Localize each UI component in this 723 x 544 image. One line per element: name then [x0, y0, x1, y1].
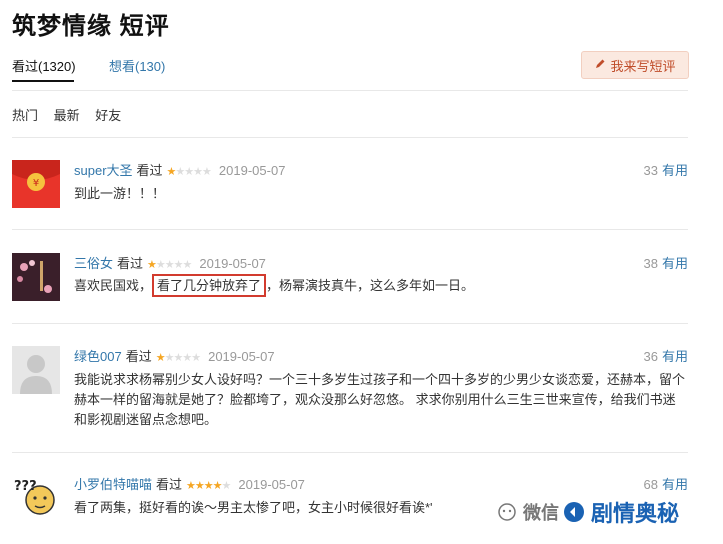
pencil-icon	[594, 58, 606, 73]
username[interactable]: 绿色007	[74, 349, 122, 364]
useful-button[interactable]: 有用	[662, 477, 688, 492]
vote-count: 38	[643, 256, 658, 271]
star-empty-icon: ★	[221, 480, 232, 492]
star-empty-icon: ★	[193, 166, 203, 178]
watch-status: 看过	[136, 163, 163, 178]
comment-date: 2019-05-07	[238, 477, 305, 492]
wechat-icon	[498, 503, 516, 521]
comment-date: 2019-05-07	[199, 256, 266, 271]
comment-date: 2019-05-07	[218, 163, 286, 178]
star-filled-icon: ★	[212, 480, 223, 492]
useful-button[interactable]: 有用	[662, 163, 688, 178]
svg-text:???: ???	[14, 479, 37, 494]
comment-text: 到此一游！！！	[74, 186, 166, 201]
star-empty-icon: ★	[155, 259, 166, 271]
star-empty-icon: ★	[182, 352, 192, 364]
filter-latest[interactable]: 最新	[54, 108, 80, 123]
svg-text:¥: ¥	[33, 178, 39, 189]
tab-watched[interactable]: 看过(1320)	[12, 56, 76, 75]
active-tab-indicator	[12, 80, 74, 82]
star-empty-icon: ★	[164, 259, 175, 271]
star-empty-icon: ★	[184, 166, 194, 178]
comment-text: 喜欢民国戏， 看了几分钟放弃了 ，杨幂演技真牛，这么多年如一日。	[74, 274, 688, 297]
useful-button[interactable]: 有用	[662, 349, 688, 364]
vote-count: 33	[643, 163, 658, 178]
username[interactable]: 小罗伯特喵喵	[74, 477, 152, 492]
divider	[12, 323, 688, 324]
filter-friends[interactable]: 好友	[95, 108, 121, 123]
star-filled-icon: ★	[186, 480, 196, 492]
star-filled-icon: ★	[147, 259, 157, 271]
star-empty-icon: ★	[173, 352, 183, 364]
star-filled-icon: ★	[194, 480, 205, 492]
divider	[12, 229, 688, 230]
rating-stars: ★★★★★	[186, 480, 232, 492]
page-title: 筑梦情缘 短评	[12, 13, 170, 40]
write-review-label: 我来写短评	[610, 58, 676, 74]
watch-status: 看过	[125, 349, 152, 364]
comment-text: 我能说求求杨幂别少女人设好吗？一个三十多岁生过孩子和一个四十多岁的少男少女谈恋爱…	[74, 372, 686, 427]
avatar[interactable]	[12, 346, 60, 394]
watermark-brand: 剧情奥秘	[591, 501, 680, 526]
filter-hot[interactable]: 热门	[12, 108, 38, 123]
rating-stars: ★★★★★	[155, 352, 201, 364]
username[interactable]: 三俗女	[74, 256, 113, 271]
star-empty-icon: ★	[175, 166, 185, 178]
comment-text-after: ，杨幂演技真牛，这么多年如一日。	[266, 278, 475, 293]
tab-want-to-watch[interactable]: 想看(130)	[109, 56, 165, 75]
useful-button[interactable]: 有用	[662, 256, 688, 271]
star-empty-icon: ★	[182, 259, 193, 271]
vote-count: 68	[643, 477, 658, 492]
watch-status: 看过	[156, 477, 183, 492]
brand-logo-icon	[564, 502, 584, 522]
watermark-prefix: 微信	[523, 503, 559, 523]
avatar[interactable]: ???	[12, 474, 60, 522]
highlighted-phrase: 看了几分钟放弃了	[152, 274, 267, 297]
rating-stars: ★★★★★	[167, 166, 212, 178]
watermark: 微信 剧情奥秘	[497, 496, 679, 528]
vote-count: 36	[643, 349, 658, 364]
username[interactable]: super大圣	[74, 163, 133, 178]
sort-filters: 热门 最新 好友	[12, 105, 133, 124]
divider	[12, 137, 688, 138]
star-filled-icon: ★	[203, 480, 214, 492]
comment-text-before: 喜欢民国戏，	[74, 278, 153, 293]
avatar[interactable]	[12, 253, 60, 301]
divider	[12, 452, 688, 453]
star-filled-icon: ★	[155, 352, 166, 364]
avatar[interactable]: ¥	[12, 160, 60, 208]
write-review-button[interactable]: 我来写短评	[581, 51, 689, 79]
comment-date: 2019-05-07	[208, 349, 275, 364]
star-empty-icon: ★	[202, 166, 212, 178]
divider	[12, 90, 688, 91]
rating-stars: ★★★★★	[147, 259, 193, 271]
watch-status: 看过	[117, 256, 144, 271]
star-empty-icon: ★	[191, 352, 201, 364]
star-empty-icon: ★	[173, 259, 184, 271]
